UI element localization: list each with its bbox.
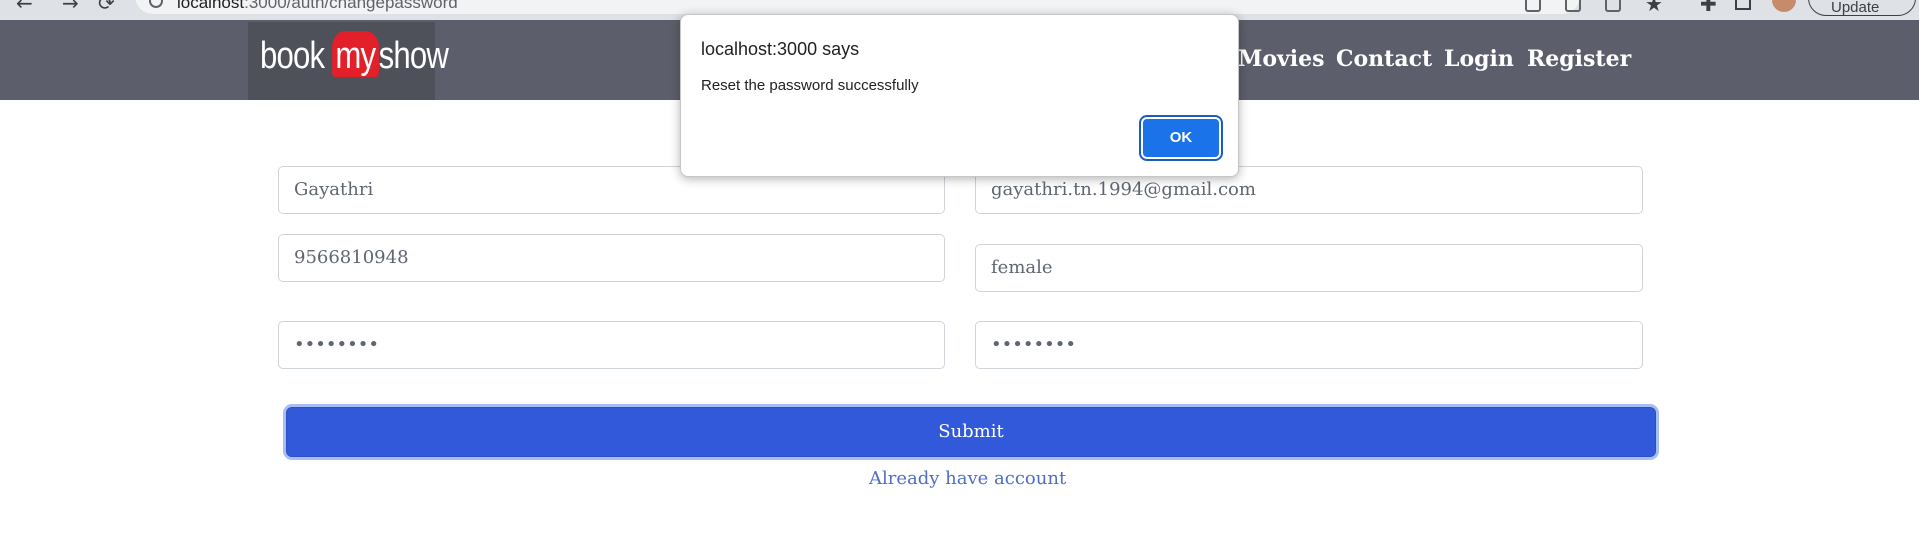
phone-field[interactable]: 9566810948 [278, 234, 945, 282]
dialog-message: Reset the password successfully [701, 77, 919, 94]
dialog-title: localhost:3000 says [701, 39, 860, 59]
tab-search-icon[interactable] [1735, 0, 1751, 10]
site-info-icon[interactable] [149, 0, 163, 8]
address-bar[interactable]: localhost:3000/auth/changepassword [135, 0, 1580, 14]
extensions-icon[interactable]: ✚ [1700, 0, 1717, 16]
nav-login[interactable]: Login [1444, 46, 1514, 72]
bookmark-star-icon[interactable]: ★ [1645, 0, 1663, 16]
install-icon[interactable] [1565, 0, 1581, 12]
share-icon[interactable] [1605, 0, 1621, 12]
reload-icon[interactable]: ⟳ [98, 0, 115, 15]
alert-dialog: localhost:3000 says Reset the password s… [680, 14, 1239, 177]
cast-icon[interactable] [1525, 0, 1541, 12]
forward-icon[interactable]: → [62, 0, 79, 15]
back-icon[interactable]: ← [16, 0, 33, 15]
gender-field[interactable]: female [975, 244, 1643, 292]
profile-avatar[interactable] [1772, 0, 1796, 12]
update-button[interactable]: Update [1808, 0, 1916, 16]
already-have-account-link[interactable]: Already have account [869, 468, 1066, 489]
confirm-password-field[interactable]: •••••••• [975, 321, 1643, 369]
nav-contact[interactable]: Contact [1336, 46, 1432, 72]
password-field[interactable]: •••••••• [278, 321, 945, 369]
address-url[interactable]: localhost:3000/auth/changepassword [177, 0, 458, 13]
nav-movies[interactable]: Movies [1238, 46, 1325, 72]
ok-button[interactable]: OK [1143, 119, 1219, 157]
logo-wordmark: book myshow [260, 31, 449, 78]
submit-button[interactable]: Submit [286, 407, 1656, 457]
nav-register[interactable]: Register [1527, 46, 1631, 72]
site-logo[interactable]: book myshow [248, 22, 449, 100]
